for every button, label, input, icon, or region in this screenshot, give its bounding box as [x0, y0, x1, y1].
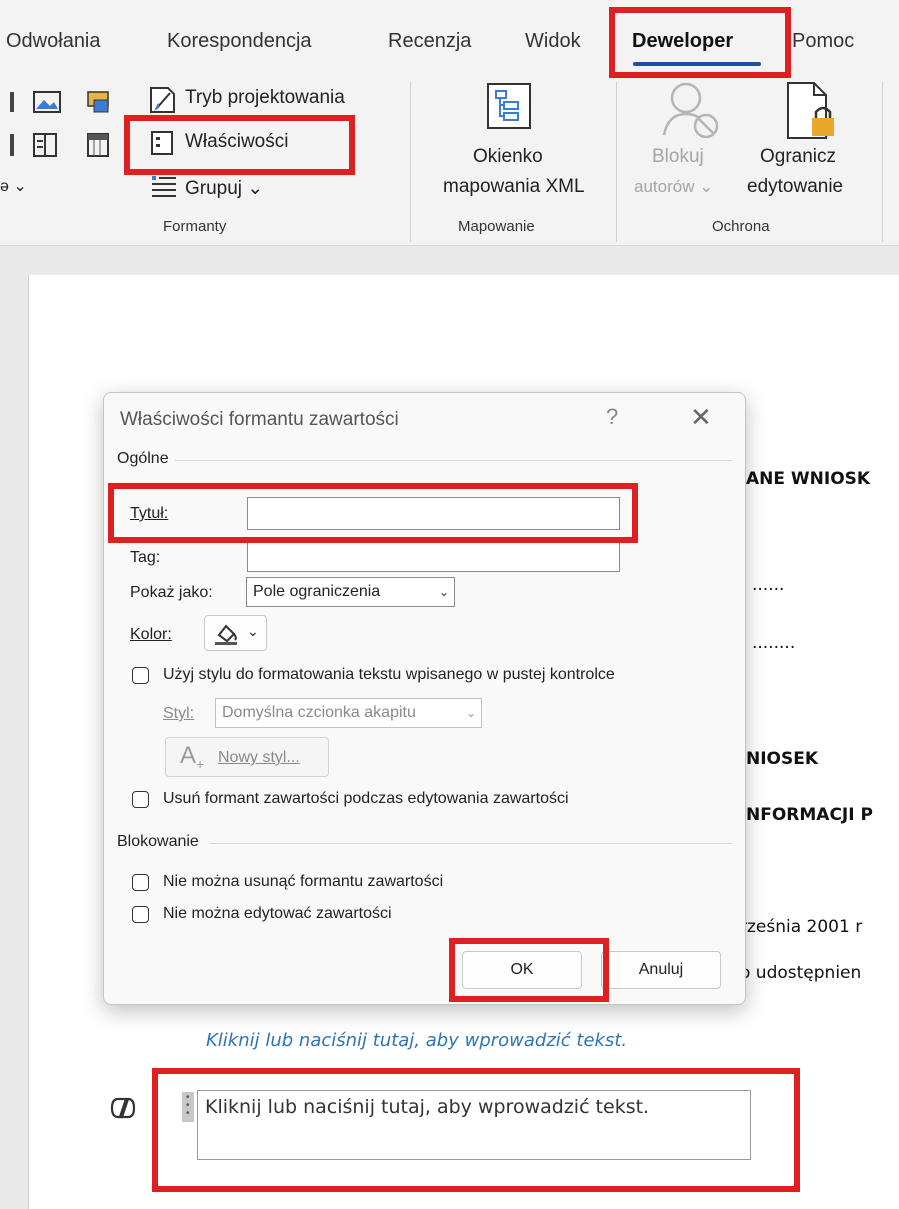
annotation-highlight-title — [108, 483, 638, 543]
doc-text-heading: NIOSEK — [746, 749, 819, 769]
placeholder-text[interactable]: Kliknij lub naciśnij tutaj, aby wprowadz… — [206, 1030, 627, 1051]
annotation-highlight-content-control — [152, 1068, 800, 1192]
tab-korespondencja[interactable]: Korespondencja — [167, 30, 312, 53]
chevron-down-icon: ⌄ — [465, 706, 477, 720]
cannot-delete-label: Nie można usunąć formantu zawartości — [163, 873, 444, 890]
tag-label: Tag: — [130, 549, 161, 566]
block-authors-label-2: autorów ⌄ — [634, 177, 714, 196]
doc-text-paragraph: rześnia 2001 r — [740, 917, 863, 937]
tag-input[interactable] — [247, 541, 620, 572]
design-mode-icon — [150, 87, 175, 113]
doc-text-dots: ........ — [752, 633, 796, 653]
tab-recenzja[interactable]: Recenzja — [388, 30, 471, 53]
annotation-highlight-deweloper — [609, 7, 791, 78]
restrict-editing-icon — [787, 82, 834, 139]
ribbon-divider — [410, 82, 411, 242]
chevron-down-icon: ⌄ — [247, 623, 259, 639]
table-icon[interactable] — [10, 132, 120, 162]
tab-pomoc[interactable]: Pomoc — [792, 30, 854, 53]
block-authors-label-1: Blokuj — [652, 146, 704, 167]
doc-text-heading: NFORMACJI P — [746, 805, 873, 825]
cannot-delete-checkbox[interactable] — [132, 874, 149, 891]
cannot-edit-label: Nie można edytować zawartości — [163, 905, 392, 922]
cannot-edit-checkbox[interactable] — [132, 906, 149, 923]
group-label-formanty: Formanty — [163, 218, 227, 235]
show-as-select[interactable]: Pole ograniczenia ⌄ — [246, 577, 455, 607]
ribbon-divider — [616, 82, 617, 242]
restrict-editing-label-1[interactable]: Ogranicz — [760, 146, 836, 168]
show-as-label: Pokaż jako: — [130, 584, 213, 601]
group-divider — [175, 460, 732, 461]
annotation-highlight-properties — [124, 115, 355, 175]
tab-widok[interactable]: Widok — [525, 30, 581, 53]
remove-control-checkbox[interactable] — [132, 791, 149, 808]
group-divider — [210, 843, 732, 844]
group-button[interactable]: Grupuj ⌄ — [185, 177, 263, 200]
cancel-button[interactable]: Anuluj — [601, 951, 721, 989]
paint-bucket-icon — [215, 624, 237, 645]
dropdown-fragment[interactable]: ǝ ⌄ — [0, 176, 27, 196]
annotation-highlight-ok — [449, 938, 609, 1002]
color-picker-button[interactable]: ⌄ — [204, 615, 267, 651]
restrict-editing-label-2[interactable]: edytowanie — [747, 176, 843, 198]
doc-text-heading: ANE WNIOSK — [746, 469, 871, 489]
new-style-icon: A+ — [180, 742, 205, 772]
locking-group-label: Blokowanie — [117, 833, 199, 850]
remove-control-label: Usuń formant zawartości podczas edytowan… — [163, 790, 569, 807]
xml-pane-label-2[interactable]: mapowania XML — [443, 176, 585, 198]
help-button[interactable]: ? — [606, 404, 618, 430]
group-icon — [152, 176, 176, 197]
general-group-label: Ogólne — [117, 450, 169, 467]
group-label-mapowanie: Mapowanie — [458, 218, 535, 235]
doc-text-dots: ...... — [752, 575, 785, 595]
tab-odwolania[interactable]: Odwołania — [6, 30, 101, 53]
copilot-icon[interactable] — [108, 1095, 138, 1121]
design-mode-button[interactable]: Tryb projektowania — [185, 87, 345, 109]
block-authors-icon — [662, 82, 719, 139]
new-style-button: A+ Nowy styl... — [165, 737, 329, 777]
style-select: Domyślna czcionka akapitu ⌄ — [215, 698, 482, 728]
xml-mapping-icon — [487, 83, 531, 129]
close-button[interactable]: ✕ — [690, 402, 712, 433]
group-label-ochrona: Ochrona — [712, 218, 770, 235]
use-style-label: Użyj stylu do formatowania tekstu wpisan… — [163, 666, 615, 683]
color-label: Kolor: — [130, 626, 172, 643]
chevron-down-icon: ⌄ — [438, 585, 450, 599]
picture-icon[interactable] — [10, 88, 120, 118]
style-label: Styl: — [163, 705, 195, 722]
xml-pane-label-1[interactable]: Okienko — [473, 146, 543, 168]
doc-text-paragraph: o udostępnien — [740, 963, 862, 983]
dialog-title: Właściwości formantu zawartości — [120, 409, 399, 430]
ribbon-divider — [882, 82, 883, 242]
use-style-checkbox[interactable] — [132, 667, 149, 684]
